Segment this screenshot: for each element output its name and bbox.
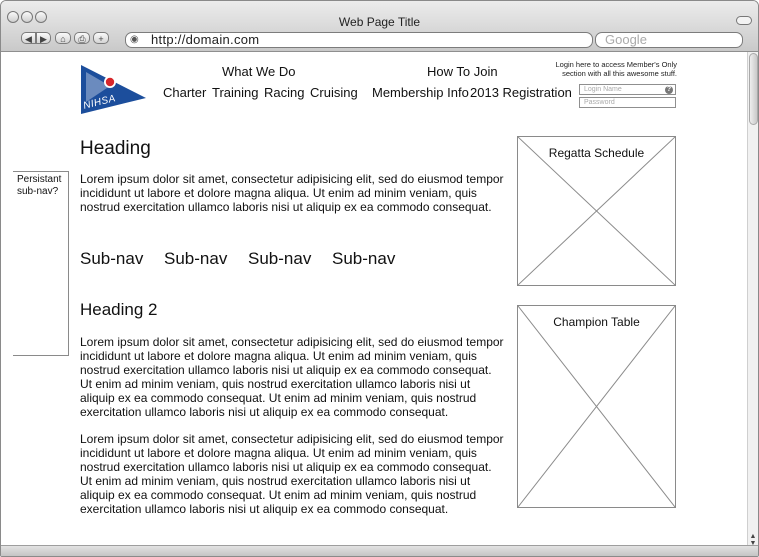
subnav-item-4[interactable]: Sub-nav — [332, 249, 395, 269]
champion-table-label: Champion Table — [553, 315, 640, 329]
nav-membership-info[interactable]: Membership Info — [372, 85, 469, 100]
password-field[interactable]: Password — [579, 97, 676, 108]
add-bookmark-button[interactable]: + — [93, 32, 109, 44]
persistent-subnav-note: Persistant sub-nav? — [17, 174, 62, 197]
login-name-field[interactable]: Login Name ? — [579, 84, 676, 95]
regatta-schedule-box[interactable]: Regatta Schedule — [517, 136, 676, 286]
section-heading-2: Heading 2 — [80, 300, 158, 319]
body-paragraph-1: Lorem ipsum dolor sit amet, consectetur … — [80, 335, 504, 419]
rss-icon: ◉ — [130, 34, 139, 45]
help-icon[interactable]: ? — [665, 86, 673, 94]
window-title: Web Page Title — [338, 15, 421, 29]
browser-window: Web Page Title ◀ ▶ ⌂ ⎙ + ◉ http://domain… — [0, 0, 759, 557]
subnav-item-3[interactable]: Sub-nav — [248, 249, 311, 269]
search-input[interactable]: Google — [595, 32, 743, 48]
nav-2013-registration[interactable]: 2013 Registration — [470, 85, 572, 100]
status-bar — [1, 545, 758, 556]
print-button[interactable]: ⎙ — [74, 32, 90, 44]
login-name-placeholder: Login Name — [584, 86, 622, 93]
login-note-line-2: section with all this awesome stuff. — [562, 69, 677, 78]
image-placeholder-icon — [518, 306, 675, 507]
url-text: http://domain.com — [151, 32, 260, 47]
page-content: NIHSA What We Do Charter Training Racing… — [1, 52, 747, 547]
nav-training[interactable]: Training — [212, 85, 258, 100]
persistent-subnav-box[interactable]: Persistant sub-nav? — [13, 171, 69, 356]
address-bar[interactable]: ◉ http://domain.com — [125, 32, 593, 48]
forward-button[interactable]: ▶ — [36, 32, 51, 44]
login-note-line-1: Login here to access Member's Only — [555, 60, 678, 69]
nav-how-to-join[interactable]: How To Join — [427, 64, 498, 79]
subnav-item-2[interactable]: Sub-nav — [164, 249, 227, 269]
nav-cruising[interactable]: Cruising — [310, 85, 358, 100]
body-paragraph-2: Lorem ipsum dolor sit amet, consectetur … — [80, 432, 504, 516]
champion-table-box[interactable]: Champion Table — [517, 305, 676, 508]
search-placeholder: Google — [605, 32, 647, 47]
toolbar-toggle-button[interactable] — [736, 16, 752, 25]
scrollbar-thumb[interactable] — [749, 53, 758, 125]
nav-racing[interactable]: Racing — [264, 85, 304, 100]
login-note: Login here to access Member's Only secti… — [521, 60, 678, 78]
regatta-schedule-label: Regatta Schedule — [548, 146, 645, 160]
back-button[interactable]: ◀ — [21, 32, 36, 44]
password-placeholder: Password — [584, 99, 615, 106]
nav-charter[interactable]: Charter — [163, 85, 206, 100]
intro-paragraph: Lorem ipsum dolor sit amet, consectetur … — [80, 172, 504, 214]
home-button[interactable]: ⌂ — [55, 32, 71, 44]
nihsa-logo[interactable]: NIHSA — [80, 64, 148, 116]
vertical-scrollbar[interactable]: ▲ ▼ — [747, 52, 758, 547]
nav-what-we-do[interactable]: What We Do — [222, 64, 295, 79]
subnav-item-1[interactable]: Sub-nav — [80, 249, 143, 269]
scroll-up-icon[interactable]: ▲ — [748, 533, 758, 540]
page-heading: Heading — [80, 138, 151, 159]
browser-titlebar: Web Page Title ◀ ▶ ⌂ ⎙ + ◉ http://domain… — [1, 1, 758, 52]
